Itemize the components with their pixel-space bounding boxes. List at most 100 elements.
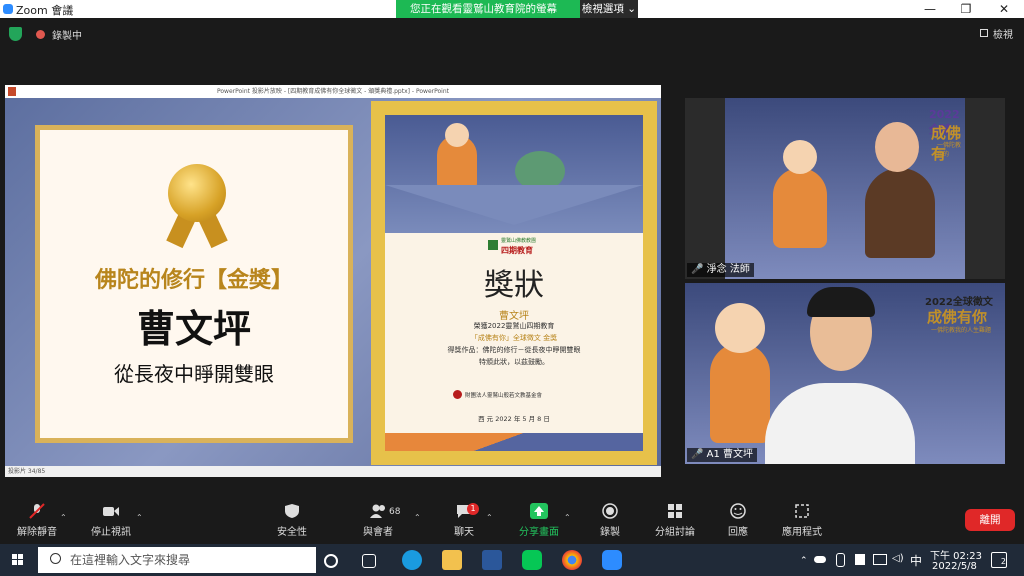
share-caret[interactable]: ⌃ [564,513,571,522]
buddha-figure [710,343,770,443]
participants-button[interactable]: 與會者 [356,497,400,538]
gold-medal-icon [168,164,226,222]
word-icon[interactable] [482,550,502,570]
viewing-banner: 您正在觀看靈鷲山教育院的螢幕 [396,0,580,18]
security-button[interactable]: 安全性 [270,497,314,538]
recording-icon[interactable] [36,30,45,39]
battery-icon[interactable] [855,554,865,565]
chrome-icon[interactable] [562,550,582,570]
volume-icon[interactable]: ◁) [892,553,904,564]
participant-head [875,122,919,172]
reactions-label: 回應 [728,527,748,538]
certificate-line: 「成佛有你」全球徵文 金獎 [470,334,558,342]
close-button[interactable]: ✕ [986,0,1022,18]
video-tile-host[interactable]: 2022全球 成佛有 一佛陀教我的 🎤 淨念 法師 [685,98,1005,279]
network-icon[interactable] [873,554,887,565]
view-grid-icon[interactable] [980,29,988,37]
window-titlebar: Zoom 會議 您正在觀看靈鷲山教育院的螢幕 檢視選項 ⌄ — ❐ ✕ [0,0,1024,18]
security-shield-icon[interactable] [9,27,22,41]
window-title: Zoom 會議 [16,4,74,17]
buddha-head [445,123,469,147]
restore-button[interactable]: ❐ [948,0,984,18]
view-button[interactable]: 檢視 [993,26,1013,41]
certificate-v-shape [385,185,643,225]
video-tile-participant[interactable]: 2022全球徵文 成佛有你 一佛陀教我的人生難題 🎤 A1 曹文坪 [685,283,1005,464]
taskbar-search-input[interactable]: 在這裡輸入文字來搜尋 [38,547,316,573]
windows-start-icon[interactable] [12,554,24,566]
participants-icon [369,503,387,519]
record-button[interactable]: 錄製 [590,497,630,538]
security-label: 安全性 [277,527,307,538]
chat-button[interactable]: 聊天 [444,497,484,538]
mic-tray-icon[interactable] [836,553,845,567]
chat-label: 聊天 [454,527,474,538]
zoom-taskbar-icon[interactable] [602,550,622,570]
view-options-button[interactable]: 檢視選項 ⌄ [580,0,638,18]
breakout-rooms-icon [666,503,684,519]
participant-body [765,383,915,464]
apps-label: 應用程式 [782,527,822,538]
shield-icon [283,503,301,519]
cortana-icon[interactable] [324,554,338,568]
ime-indicator[interactable]: 中 [910,552,922,569]
overlay-title-large: 成佛有你 [927,308,988,326]
participant-body [865,168,935,258]
shared-screen: PowerPoint 投影片放映 - [四期教育成佛有你全球徵文 - 頒獎典禮.… [5,85,661,477]
award-heading: 佛陀的修行【金獎】 [94,268,293,293]
powerpoint-icon [8,87,16,96]
overlay-subtitle: 一佛陀教我的 [937,142,962,158]
file-explorer-icon[interactable] [442,550,462,570]
participants-label: 與會者 [363,527,393,538]
leave-button[interactable]: 離開 [965,509,1015,531]
onedrive-icon[interactable] [814,556,826,563]
participant-hair [807,287,875,317]
unmute-button[interactable]: 解除靜音 [14,497,60,538]
meeting-toolbar: 解除靜音 ⌃ 停止視訊 ⌃ 安全性 與會者 68 ⌃ 聊天 1 ⌃ 分享畫面 ⌃… [0,497,1024,544]
participant-name-label: 🎤 A1 曹文坪 [687,448,758,462]
video-button[interactable]: 停止視訊 [88,497,134,538]
foundation-name: 財團法人靈鷲山般若文教基金會 [465,393,543,399]
award-card: 佛陀的修行【金獎】 曹文坪 從長夜中睜開雙眼 [35,125,353,443]
apps-icon [793,503,811,519]
clock-date[interactable]: 2022/5/8 [932,561,977,572]
share-label: 分享畫面 [519,527,559,538]
tray-chevron-icon[interactable]: ⌃ [800,556,808,566]
certificate-title: 獎狀 [484,268,544,303]
certificate-line: 榮獲2022靈鷲山四期教育 [473,322,555,330]
work-title: 從長夜中睜開雙眼 [114,362,274,386]
video-options-caret[interactable]: ⌃ [136,513,143,522]
winner-name: 曹文坪 [136,307,251,351]
certificate-line: 得獎作品：佛陀的修行－從長夜中睜開雙眼 [447,346,581,354]
chat-caret[interactable]: ⌃ [486,513,493,522]
breakout-rooms-button[interactable]: 分組討論 [650,497,700,538]
apps-button[interactable]: 應用程式 [776,497,828,538]
participants-caret[interactable]: ⌃ [414,513,421,522]
line-icon[interactable] [522,550,542,570]
smiley-icon [729,503,747,519]
edge-icon[interactable] [402,550,422,570]
share-screen-button[interactable]: 分享畫面 [514,497,564,538]
video-label: 停止視訊 [91,527,131,538]
virtual-background: 2022全球 成佛有 一佛陀教我的 [725,98,965,279]
zoom-logo-icon [3,4,13,14]
participant-name-label: 🎤 淨念 法師 [687,263,754,277]
recording-label[interactable]: 錄製中 [52,27,82,42]
certificate-name: 曹文坪 [499,311,529,322]
org-logo-icon [488,240,498,250]
windows-taskbar: 在這裡輸入文字來搜尋 ⌃ ◁) 中 下午 02:23 2022/5/8 2 [0,544,1024,576]
participant-count: 68 [389,507,401,517]
notification-center-icon[interactable]: 2 [991,552,1007,568]
certificate: 靈鷲山佛教教團 四期教育 獎狀 曹文坪 榮獲2022靈鷲山四期教育 「成佛有你」… [371,101,657,465]
minimize-button[interactable]: — [912,0,948,18]
buddha-head [783,140,817,174]
clock-time[interactable]: 下午 02:23 [930,547,982,562]
unmute-label: 解除靜音 [17,527,57,538]
record-icon [601,503,619,519]
audio-options-caret[interactable]: ⌃ [60,513,67,522]
reactions-button[interactable]: 回應 [720,497,756,538]
chat-unread-badge: 1 [467,503,479,515]
muted-mic-icon: 🎤 [691,264,707,275]
video-camera-icon [102,503,120,519]
task-view-icon[interactable] [362,554,376,568]
slide: 佛陀的修行【金獎】 曹文坪 從長夜中睜開雙眼 靈鷲山佛教教團 四期教育 獎狀 曹… [5,98,661,466]
